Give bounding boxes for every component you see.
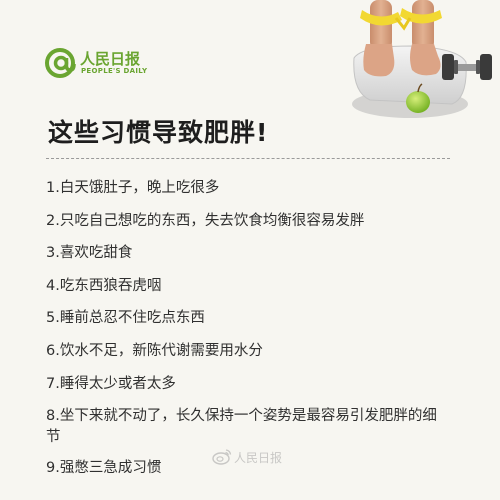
- brand-name: 人民日报: [80, 50, 141, 68]
- brand-name-en: PEOPLE'S DAILY: [81, 67, 148, 75]
- list-item: 6.饮水不足，新陈代谢需要用水分: [46, 342, 263, 359]
- list-item: 8.坐下来就不动了，长久保持一个姿势是最容易引发肥胖的细节: [46, 408, 437, 446]
- list-item: 5.睡前总忍不住吃点东西: [46, 310, 205, 327]
- list-item: 1.白天饿肚子，晚上吃很多: [46, 180, 220, 196]
- habit-list: 1.白天饿肚子，晚上吃很多 2.只吃自己想吃的东西，失去饮食均衡很容易发胖 3.…: [46, 178, 466, 491]
- brand-logo: 人民日报 PEOPLE'S DAILY: [44, 46, 184, 80]
- page-title: 这些习惯导致肥胖!: [48, 118, 269, 147]
- list-item: 3.喜欢吃甜食: [46, 245, 133, 262]
- watermark-text: 人民日报: [234, 451, 283, 465]
- list-item: 7.睡得太少或者太多: [46, 375, 176, 392]
- list-item: 2.只吃自己想吃的东西，失去饮食均衡很容易发胖: [46, 212, 365, 229]
- dashed-divider: [46, 158, 450, 159]
- at-sign-logo-icon: [45, 48, 76, 78]
- poster: 人民日报 PEOPLE'S DAILY 这些习惯导致肥胖! 1.白天饿肚子，晚上…: [0, 0, 500, 500]
- scale-feet-apple-dumbbell-photo: [352, 0, 492, 118]
- list-item: 4.吃东西狼吞虎咽: [46, 277, 162, 294]
- weibo-icon: [212, 449, 232, 465]
